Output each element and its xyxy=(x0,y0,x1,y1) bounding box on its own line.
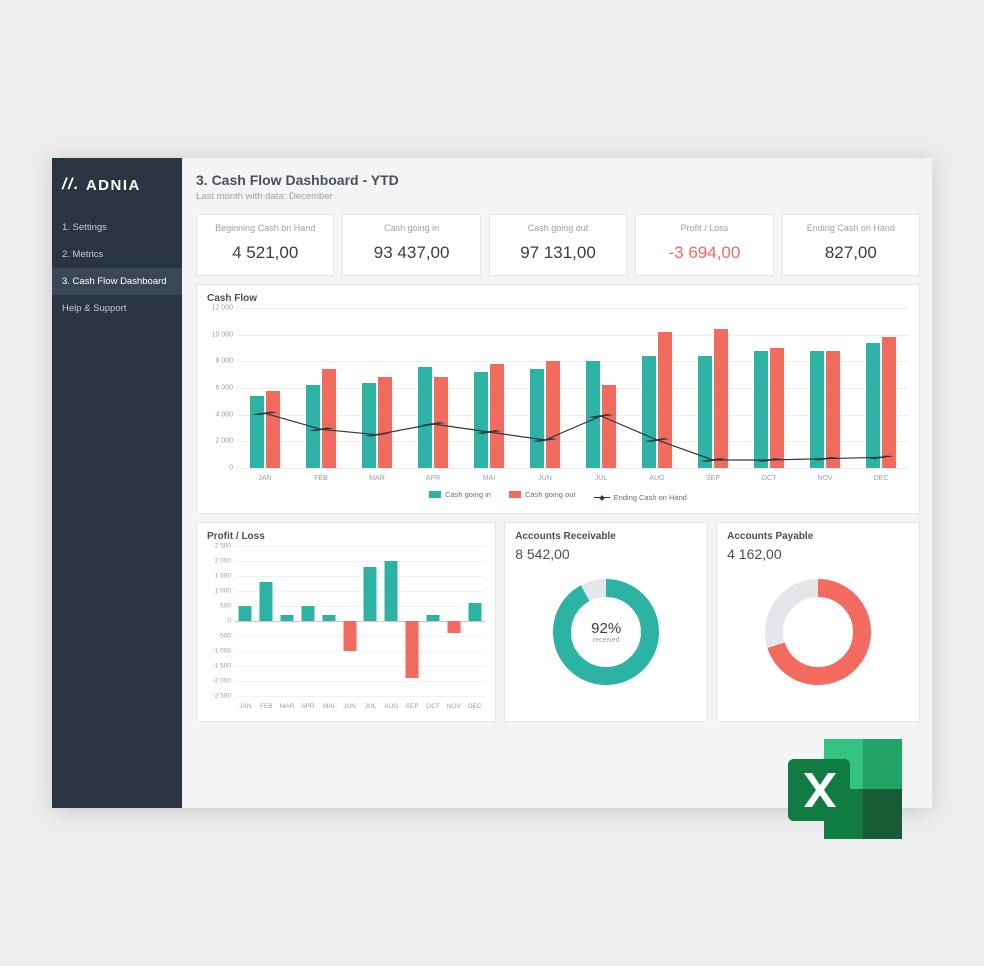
profit-loss-chart: -2 500-2 000-1 500-1 000-50005001 0001 5… xyxy=(235,546,485,696)
sidebar-item-1[interactable]: 2. Metrics xyxy=(52,241,182,268)
payable-value: 4 162,00 xyxy=(727,546,909,562)
brand-logo: //. ADNIA xyxy=(52,172,182,214)
kpi-card-3: Profit / Loss -3 694,00 xyxy=(635,214,773,276)
cashflow-title: Cash Flow xyxy=(207,293,909,304)
kpi-value: 97 131,00 xyxy=(496,243,620,263)
kpi-value: -3 694,00 xyxy=(642,243,766,263)
page-subtitle: Last month with data: December xyxy=(196,191,920,202)
kpi-value: 4 521,00 xyxy=(203,243,327,263)
legend-item-in: Cash going in xyxy=(429,490,491,499)
app-window: //. ADNIA 1. Settings2. Metrics3. Cash F… xyxy=(52,158,932,808)
page-title: 3. Cash Flow Dashboard - YTD xyxy=(196,172,920,188)
kpi-card-2: Cash going out 97 131,00 xyxy=(489,214,627,276)
receivable-title: Accounts Receivable xyxy=(515,531,697,542)
kpi-label: Profit / Loss xyxy=(642,223,766,233)
payable-panel: Accounts Payable 4 162,00 xyxy=(716,522,920,722)
sidebar-item-2[interactable]: 3. Cash Flow Dashboard xyxy=(52,268,182,295)
kpi-label: Cash going out xyxy=(496,223,620,233)
kpi-value: 93 437,00 xyxy=(349,243,473,263)
sidebar: //. ADNIA 1. Settings2. Metrics3. Cash F… xyxy=(52,158,182,808)
kpi-label: Cash going in xyxy=(349,223,473,233)
profit-loss-title: Profit / Loss xyxy=(207,531,485,542)
profit-loss-panel: Profit / Loss -2 500-2 000-1 500-1 000-5… xyxy=(196,522,496,722)
legend-item-out: Cash going out xyxy=(509,490,575,499)
receivable-value: 8 542,00 xyxy=(515,546,697,562)
nav-list: 1. Settings2. Metrics3. Cash Flow Dashbo… xyxy=(52,214,182,322)
brand-name: ADNIA xyxy=(86,177,141,194)
main-content: 3. Cash Flow Dashboard - YTD Last month … xyxy=(182,158,932,808)
excel-icon xyxy=(780,731,910,856)
kpi-card-1: Cash going in 93 437,00 xyxy=(342,214,480,276)
payable-title: Accounts Payable xyxy=(727,531,909,542)
payable-donut xyxy=(727,572,909,692)
sidebar-item-3[interactable]: Help & Support xyxy=(52,295,182,322)
kpi-card-0: Beginning Cash on Hand 4 521,00 xyxy=(196,214,334,276)
cashflow-legend: Cash going in Cash going out Ending Cash… xyxy=(207,490,909,502)
kpi-card-4: Ending Cash on Hand 827,00 xyxy=(782,214,920,276)
kpi-label: Ending Cash on Hand xyxy=(789,223,913,233)
kpi-label: Beginning Cash on Hand xyxy=(203,223,327,233)
kpi-value: 827,00 xyxy=(789,243,913,263)
cashflow-chart: 02 0004 0006 0008 00010 00012 000JANFEBM… xyxy=(237,308,909,468)
sidebar-item-0[interactable]: 1. Settings xyxy=(52,214,182,241)
receivable-center: 92% received xyxy=(591,620,621,644)
legend-item-end: Ending Cash on Hand xyxy=(594,493,687,502)
cashflow-panel: Cash Flow 02 0004 0006 0008 00010 00012 … xyxy=(196,284,920,514)
receivable-panel: Accounts Receivable 8 542,00 92% receive… xyxy=(504,522,708,722)
bottom-row: Profit / Loss -2 500-2 000-1 500-1 000-5… xyxy=(196,522,920,722)
receivable-donut: 92% received xyxy=(515,572,697,692)
brand-mark-icon: //. xyxy=(62,176,80,194)
kpi-row: Beginning Cash on Hand 4 521,00 Cash going… xyxy=(196,214,920,276)
